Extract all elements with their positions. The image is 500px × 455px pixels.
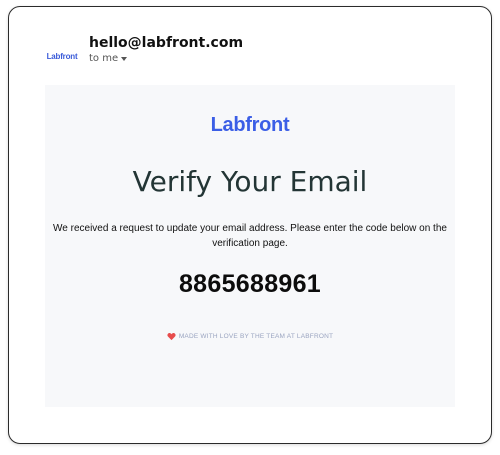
recipient-details-toggle[interactable]: to me <box>89 53 128 64</box>
recipient-label: to me <box>89 53 119 64</box>
footer-note: MADE WITH LOVE BY THE TEAM AT LABFRONT <box>45 332 455 341</box>
email-heading: Verify Your Email <box>132 165 368 198</box>
message-line-2: verification page. <box>212 238 288 249</box>
verification-code[interactable]: 8865688961 <box>45 270 455 299</box>
email-message: We received a request to update your ema… <box>45 221 455 251</box>
heart-icon <box>167 332 176 341</box>
brand-logo: Labfront <box>210 114 290 136</box>
sender-avatar-logo: Labfront <box>46 51 78 61</box>
footer-text: MADE WITH LOVE BY THE TEAM AT LABFRONT <box>178 333 334 340</box>
message-line-1: We received a request to update your ema… <box>53 223 447 234</box>
sender-address[interactable]: hello@labfront.com <box>89 35 243 51</box>
email-window: Labfront hello@labfront.com to me Labfro… <box>8 6 492 444</box>
email-body: Labfront Verify Your Email We received a… <box>45 85 455 407</box>
chevron-down-icon <box>121 57 128 61</box>
